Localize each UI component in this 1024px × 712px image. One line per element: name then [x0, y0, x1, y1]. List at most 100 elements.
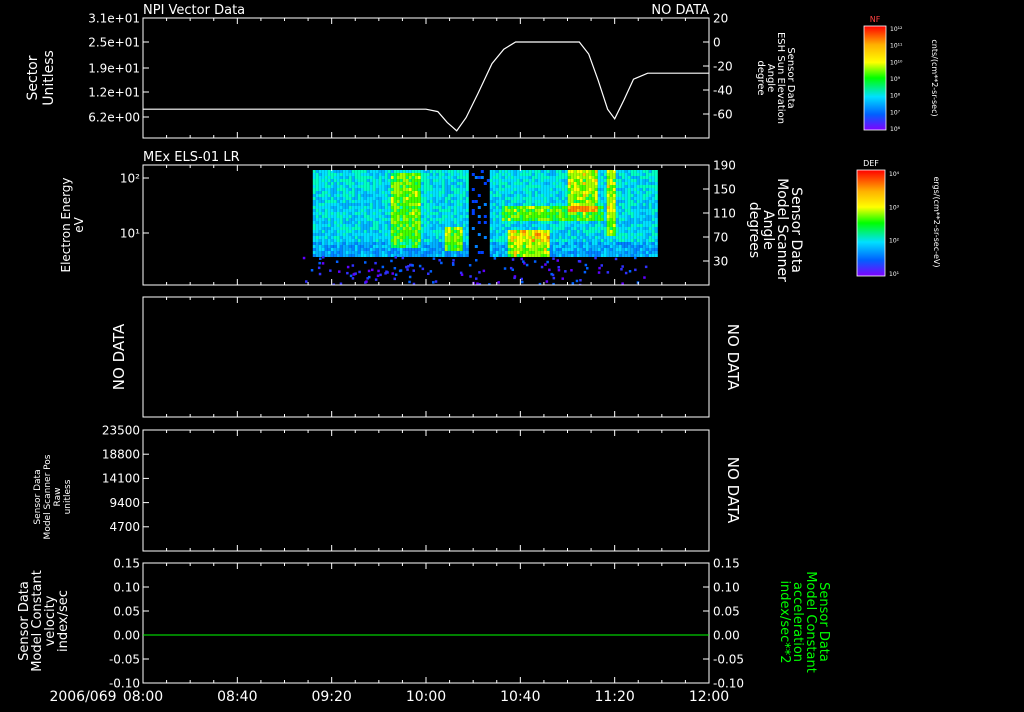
spectrogram-cell [381, 182, 385, 185]
spectrogram-cell [366, 233, 370, 236]
spectrogram-cell [369, 188, 373, 191]
spectrogram-cell [618, 254, 622, 257]
spectrogram-cell [417, 182, 421, 185]
spectrogram-cell [546, 242, 550, 245]
spectrogram-cell [372, 227, 376, 230]
spectrogram-cell [558, 185, 562, 188]
spectrogram-cell [420, 239, 424, 242]
spectrogram-cell [324, 185, 328, 188]
spectrogram-cell [555, 185, 559, 188]
spectrogram-cell [585, 233, 589, 236]
panel-1-frame [142, 17, 710, 139]
spectrogram-cell [375, 227, 379, 230]
spectrogram-cell [324, 176, 328, 179]
spectrogram-cell [465, 224, 469, 227]
spectrogram-cell [402, 173, 406, 176]
spectrogram-cell [639, 209, 643, 212]
spectrogram-cell [576, 209, 580, 212]
spectrogram-cell [342, 221, 346, 224]
spectrogram-cell [594, 221, 598, 224]
spectrogram-cell [489, 209, 493, 212]
spectrogram-cell [600, 170, 604, 173]
spectrogram-cell [633, 239, 637, 242]
spectrogram-cell [324, 233, 328, 236]
spectrogram-cell [501, 239, 505, 242]
spectrogram-cell [621, 176, 625, 179]
spectrogram-cell [519, 251, 523, 254]
spectrogram-cell [492, 248, 496, 251]
spectrogram-cell [501, 242, 505, 245]
spectrogram-cell [576, 221, 580, 224]
spectrogram-cell [360, 188, 364, 191]
spectrogram-cell [330, 188, 334, 191]
spectrogram-cell [516, 197, 520, 200]
spectrogram-cell [459, 209, 463, 212]
spectrogram-cell [414, 254, 418, 257]
spectrogram-cell [561, 194, 565, 197]
spectrogram-cell [642, 197, 646, 200]
spectrogram-cell [450, 212, 454, 215]
spectrogram-cell [615, 221, 619, 224]
time-axis: 2006/069 08:00 08:40 09:20 10:00 10:40 11:20 1… [49, 689, 729, 705]
colorbar-nf-ticks: 10¹²10¹¹10¹⁰10⁹10⁸10⁷10⁶ [890, 26, 903, 133]
spectrogram-cell [636, 212, 640, 215]
spectrogram-cell [324, 179, 328, 182]
y-tick-label: 9400 [109, 496, 140, 510]
spectrogram-cell [525, 221, 529, 224]
spectrogram-cell [420, 227, 424, 230]
spectrogram-cell [648, 239, 652, 242]
spectrogram-cell [339, 194, 343, 197]
spectrogram-cell [399, 191, 403, 194]
spectrogram-cell [321, 245, 325, 248]
spectrogram-cell [438, 197, 442, 200]
spectrogram-cell [363, 191, 367, 194]
spectrogram-cell [570, 248, 574, 251]
spectrogram-cell [567, 194, 571, 197]
spectrogram-cell [585, 170, 589, 173]
spectrogram-cell [603, 170, 607, 173]
spectrogram-cell [579, 242, 583, 245]
spectrogram-cell [378, 197, 382, 200]
spectrogram-cell [627, 236, 631, 239]
spectrogram-cell [594, 191, 598, 194]
spectrogram-cell [327, 203, 331, 206]
spectrogram-cell [450, 179, 454, 182]
spectrogram-cell [501, 179, 505, 182]
spectrogram-cell [381, 242, 385, 245]
spectrogram-cell [354, 182, 358, 185]
spectrogram-cell [639, 227, 643, 230]
spectrogram-cell [423, 236, 427, 239]
spectrogram-cell [372, 248, 376, 251]
spectrogram-cell [516, 251, 520, 254]
spectrogram-cell [402, 197, 406, 200]
spectrogram-cell [516, 185, 520, 188]
spectrogram-cell [630, 194, 634, 197]
spectrogram-cell [417, 173, 421, 176]
spectrogram-cell [579, 197, 583, 200]
spectrogram-cell [519, 209, 523, 212]
spectrogram-cell [312, 170, 316, 173]
spectrogram-cell [456, 191, 460, 194]
spectrogram-cell [612, 185, 616, 188]
spectrogram-cell [570, 230, 574, 233]
spectrogram-cell [441, 203, 445, 206]
spectrogram-cell [408, 233, 412, 236]
spectrogram-speckle [305, 280, 308, 283]
spectrogram-cell [537, 254, 541, 257]
spectrogram-cell [570, 176, 574, 179]
spectrogram-cell [573, 173, 577, 176]
spectrogram-cell [585, 176, 589, 179]
spectrogram-cell [462, 206, 466, 209]
spectrogram-cell [447, 170, 451, 173]
spectrogram-cell [360, 203, 364, 206]
spectrogram-cell [411, 176, 415, 179]
spectrogram-cell [432, 230, 436, 233]
spectrogram-cell [462, 233, 466, 236]
spectrogram-cell [351, 242, 355, 245]
spectrogram-cell [357, 185, 361, 188]
spectrogram-cell [654, 233, 658, 236]
spectrogram-cell [645, 248, 649, 251]
spectrogram-cell [651, 245, 655, 248]
spectrogram-cell [513, 209, 517, 212]
spectrogram-cell [624, 173, 628, 176]
